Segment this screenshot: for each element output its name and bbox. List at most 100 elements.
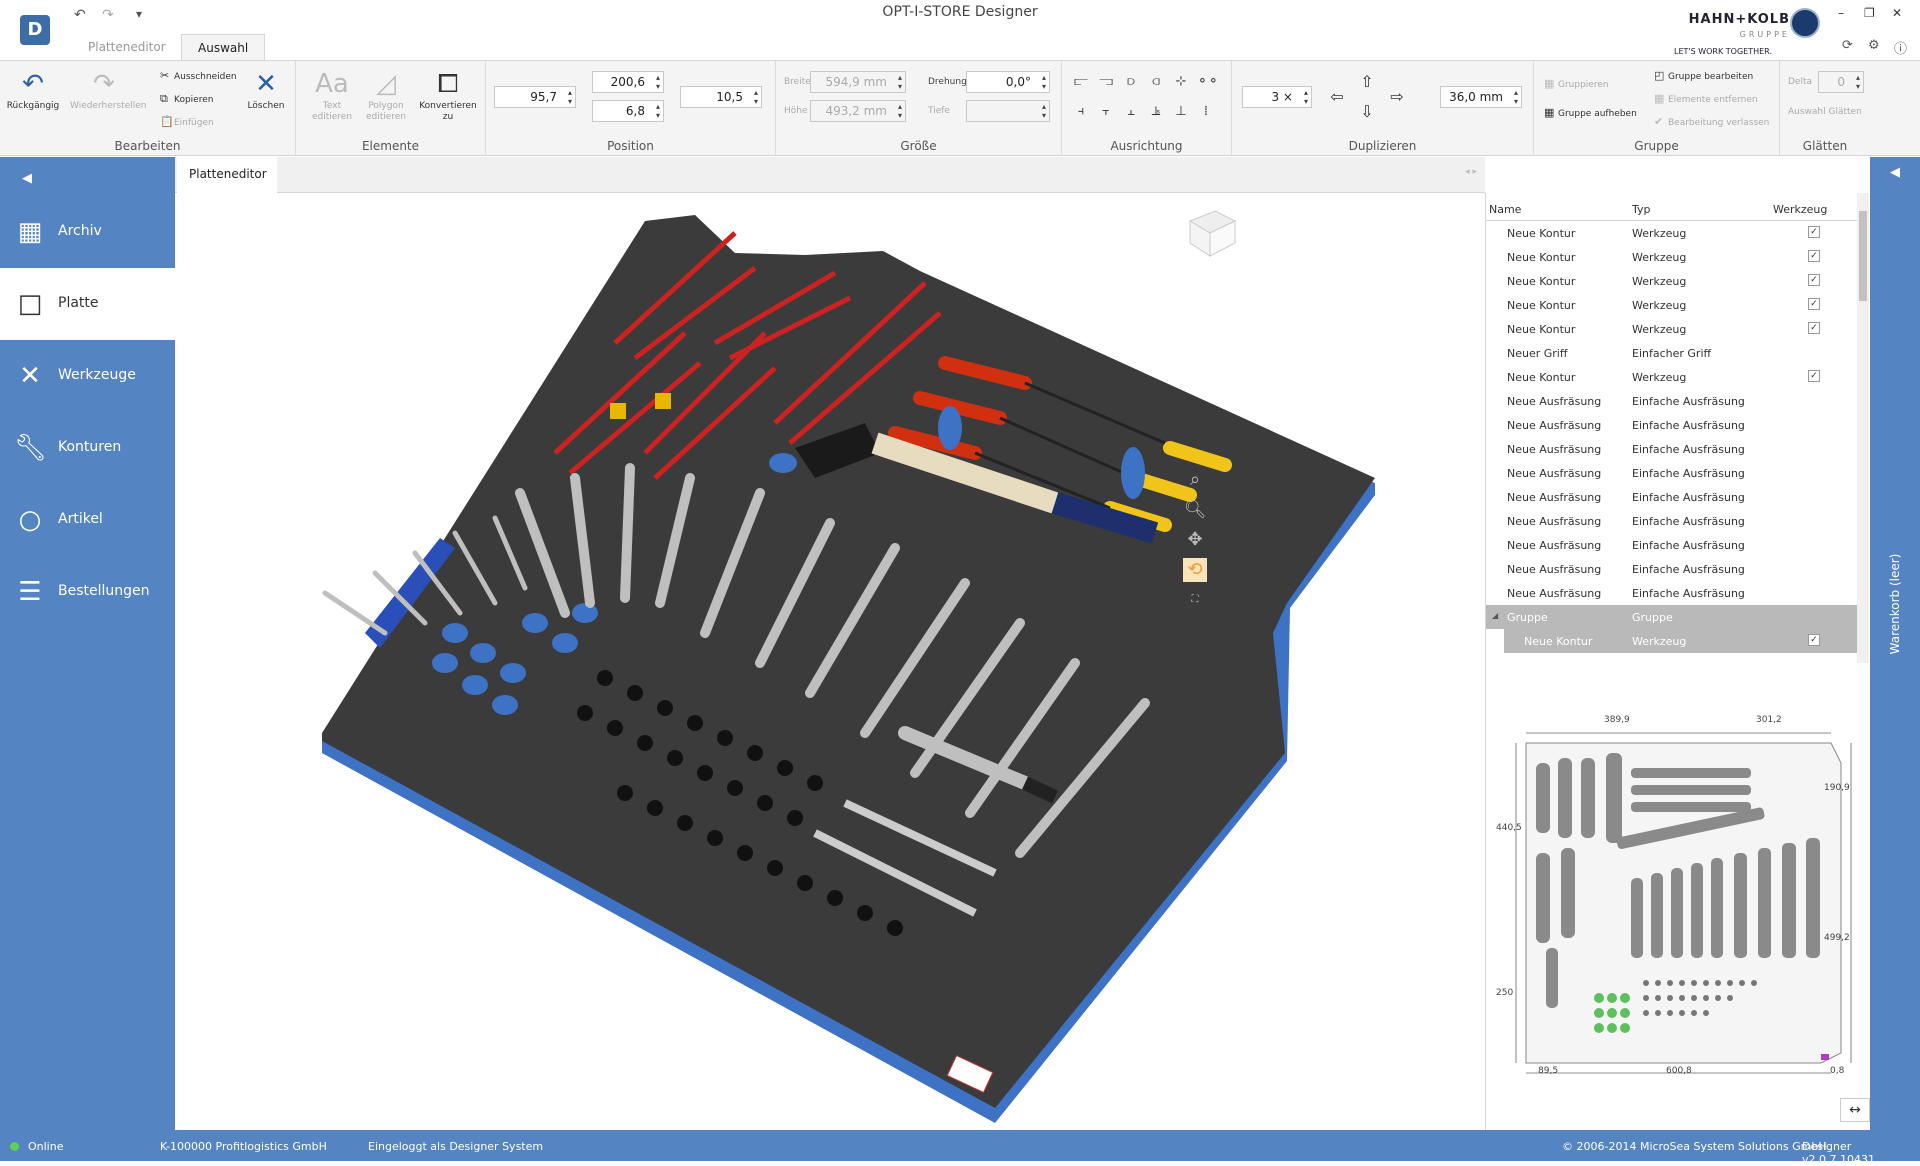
tree-row[interactable]: Neue Ausfräsung Einfache Ausfräsung: [1486, 437, 1858, 461]
scrollbar-thumb[interactable]: [1859, 211, 1867, 301]
tree-row[interactable]: Neue Kontur Werkzeug ✓: [1486, 293, 1858, 317]
distribute-v-icon[interactable]: ⫠: [1122, 103, 1140, 121]
ungroup-button[interactable]: ▦ Gruppe aufheben: [1544, 106, 1637, 119]
remove-elements-button[interactable]: ▦ Elemente entfernen: [1654, 92, 1758, 105]
tree-row[interactable]: Neue Ausfräsung Einfache Ausfräsung: [1486, 461, 1858, 485]
position-y1-field[interactable]: 200,6: [592, 71, 664, 93]
sidebar-item-archiv[interactable]: ▦ Archiv: [0, 196, 175, 268]
tree-row[interactable]: Neue Ausfräsung Einfache Ausfräsung: [1486, 413, 1858, 437]
zoom-icon[interactable]: 🔍︎: [1183, 498, 1207, 522]
werkzeug-checkbox[interactable]: ✓: [1808, 322, 1820, 334]
sidebar-item-werkzeuge[interactable]: ✕ Werkzeuge: [0, 340, 175, 412]
zoom-fit-icon[interactable]: ⌕: [1183, 468, 1207, 492]
tree-row[interactable]: Neuer Griff Einfacher Griff: [1486, 341, 1858, 365]
gear-icon[interactable]: ⚙: [1868, 38, 1880, 53]
column-typ[interactable]: Typ: [1632, 203, 1651, 216]
tree-row-child[interactable]: Neue Kontur Werkzeug ✓: [1486, 629, 1858, 653]
pan-icon[interactable]: ✥: [1183, 528, 1207, 552]
3d-viewport[interactable]: ⌕ 🔍︎ ✥ ⟲ ⛶: [175, 193, 1485, 1130]
arrow-down-icon[interactable]: ⇩: [1358, 103, 1376, 121]
cut-button[interactable]: ✂ Ausschneiden: [160, 69, 237, 82]
copy-button[interactable]: ⧉ Kopieren: [160, 92, 213, 106]
tree-row[interactable]: Neue Ausfräsung Einfache Ausfräsung: [1486, 557, 1858, 581]
distribute-h-icon[interactable]: ⚬⚬: [1197, 73, 1219, 91]
tree-row[interactable]: Neue Ausfräsung Einfache Ausfräsung: [1486, 533, 1858, 557]
tree-row-group[interactable]: ◢ Gruppe Gruppe: [1486, 605, 1858, 629]
smooth-selection-button[interactable]: Auswahl Glätten: [1788, 107, 1862, 117]
undo-button[interactable]: ↶ Rückgängig: [5, 67, 61, 112]
group-button[interactable]: ▦ Gruppieren: [1544, 77, 1609, 90]
werkzeug-checkbox[interactable]: ✓: [1808, 226, 1820, 238]
redo-button[interactable]: ↷ Wiederherstellen: [70, 67, 146, 112]
width-field[interactable]: 594,9 mm: [810, 71, 906, 93]
polygon-edit-button[interactable]: ◿ Polygon editieren: [362, 67, 410, 123]
column-name[interactable]: Name: [1489, 203, 1521, 216]
tab-auswahl[interactable]: Auswahl: [181, 34, 266, 61]
expand-preview-button[interactable]: ↔: [1840, 1098, 1870, 1122]
align-bottom-icon[interactable]: ⫏: [1147, 73, 1165, 91]
collapse-sidebar-icon[interactable]: ◀: [22, 171, 32, 186]
distribute-vv-icon[interactable]: ⁞: [1197, 103, 1215, 121]
tree-row[interactable]: Neue Ausfräsung Einfache Ausfräsung: [1486, 509, 1858, 533]
align-baseline-icon[interactable]: ⫡: [1147, 103, 1165, 121]
position-x-field[interactable]: 95,7: [494, 86, 576, 108]
werkzeug-checkbox[interactable]: ✓: [1808, 370, 1820, 382]
delta-field[interactable]: 0: [1818, 71, 1864, 93]
edit-group-button[interactable]: ◰ Gruppe bearbeiten: [1654, 69, 1753, 82]
center-vertical-icon[interactable]: ⊥: [1172, 103, 1190, 121]
height-field[interactable]: 493,2 mm: [810, 100, 906, 122]
column-werkzeug[interactable]: Werkzeug: [1773, 203, 1827, 216]
arrow-up-icon[interactable]: ⇧: [1358, 73, 1376, 91]
werkzeug-checkbox[interactable]: ✓: [1808, 298, 1820, 310]
arrow-left-icon[interactable]: ⇦: [1328, 88, 1346, 106]
paste-button[interactable]: 📋Einfügen: [160, 115, 214, 128]
leave-edit-button[interactable]: ✔ Bearbeitung verlassen: [1654, 115, 1769, 128]
align-right-icon[interactable]: ⫐: [1122, 73, 1140, 91]
rotation-field[interactable]: 0,0°: [966, 71, 1050, 93]
fit-views-icon[interactable]: ⛶: [1183, 588, 1207, 612]
tree-row[interactable]: Neue Kontur Werkzeug ✓: [1486, 245, 1858, 269]
tree-row[interactable]: Neue Kontur Werkzeug ✓: [1486, 365, 1858, 389]
tree-row[interactable]: Neue Kontur Werkzeug ✓: [1486, 221, 1858, 245]
sidebar-item-platte[interactable]: □ Platte: [0, 268, 175, 340]
sidebar-item-konturen[interactable]: 🔧︎ Konturen: [0, 412, 175, 484]
position-y2-field[interactable]: 6,8: [592, 100, 664, 122]
position-z-field[interactable]: 10,5: [680, 86, 762, 108]
tab-platteneditor[interactable]: Platteneditor: [72, 34, 182, 61]
view-cube[interactable]: [1180, 201, 1240, 261]
expand-panel-icon[interactable]: ◀: [1890, 165, 1900, 180]
sidebar-item-artikel[interactable]: ○ Artikel: [0, 484, 175, 556]
delete-button[interactable]: ✕ Löschen: [241, 67, 291, 112]
tree-row[interactable]: Neue Kontur Werkzeug ✓: [1486, 269, 1858, 293]
convert-button[interactable]: ⧠ Konvertieren zu: [416, 67, 480, 123]
close-icon[interactable]: ✕: [1892, 6, 1902, 20]
werkzeug-checkbox[interactable]: ✓: [1808, 634, 1820, 646]
collapse-group-icon[interactable]: ◢: [1492, 611, 1498, 620]
tab-scroll-icon[interactable]: ◂ ▸: [1465, 167, 1477, 177]
tree-row[interactable]: Neue Ausfräsung Einfache Ausfräsung: [1486, 485, 1858, 509]
text-edit-button[interactable]: Aa Text editieren: [304, 67, 360, 123]
warenkorb-panel[interactable]: ◀ Warenkorb (leer): [1870, 157, 1920, 1130]
plate-preview-2d[interactable]: 389,9 301,2 440,5 250 190,9 499,2 89,5 6…: [1485, 663, 1869, 1130]
align-middle-icon[interactable]: ⫞: [1072, 103, 1090, 121]
rotate-icon[interactable]: ⟲: [1183, 558, 1207, 582]
tree-row[interactable]: Neue Ausfräsung Einfache Ausfräsung: [1486, 389, 1858, 413]
minimize-icon[interactable]: –: [1838, 6, 1844, 20]
tree-scrollbar[interactable]: [1857, 193, 1869, 663]
refresh-icon[interactable]: ⟳: [1842, 38, 1853, 53]
align-left-icon[interactable]: ⫍: [1072, 73, 1090, 91]
align-vcenter-icon[interactable]: ⫟: [1097, 103, 1115, 121]
restore-icon[interactable]: ❐: [1864, 6, 1875, 20]
align-top-icon[interactable]: ⫎: [1097, 73, 1115, 91]
depth-field[interactable]: [966, 100, 1050, 122]
align-center-icon[interactable]: ⊹: [1172, 73, 1190, 91]
info-icon[interactable]: ⓘ: [1894, 38, 1907, 57]
tree-row[interactable]: Neue Kontur Werkzeug ✓: [1486, 317, 1858, 341]
document-tab-platteneditor[interactable]: Platteneditor: [177, 157, 277, 193]
werkzeug-checkbox[interactable]: ✓: [1808, 250, 1820, 262]
werkzeug-checkbox[interactable]: ✓: [1808, 274, 1820, 286]
duplicate-count-field[interactable]: 3 ×: [1242, 86, 1312, 108]
tree-row[interactable]: Neue Ausfräsung Einfache Ausfräsung: [1486, 581, 1858, 605]
duplicate-distance-field[interactable]: 36,0 mm: [1440, 86, 1522, 108]
sidebar-item-bestellungen[interactable]: ☰ Bestellungen: [0, 556, 175, 628]
